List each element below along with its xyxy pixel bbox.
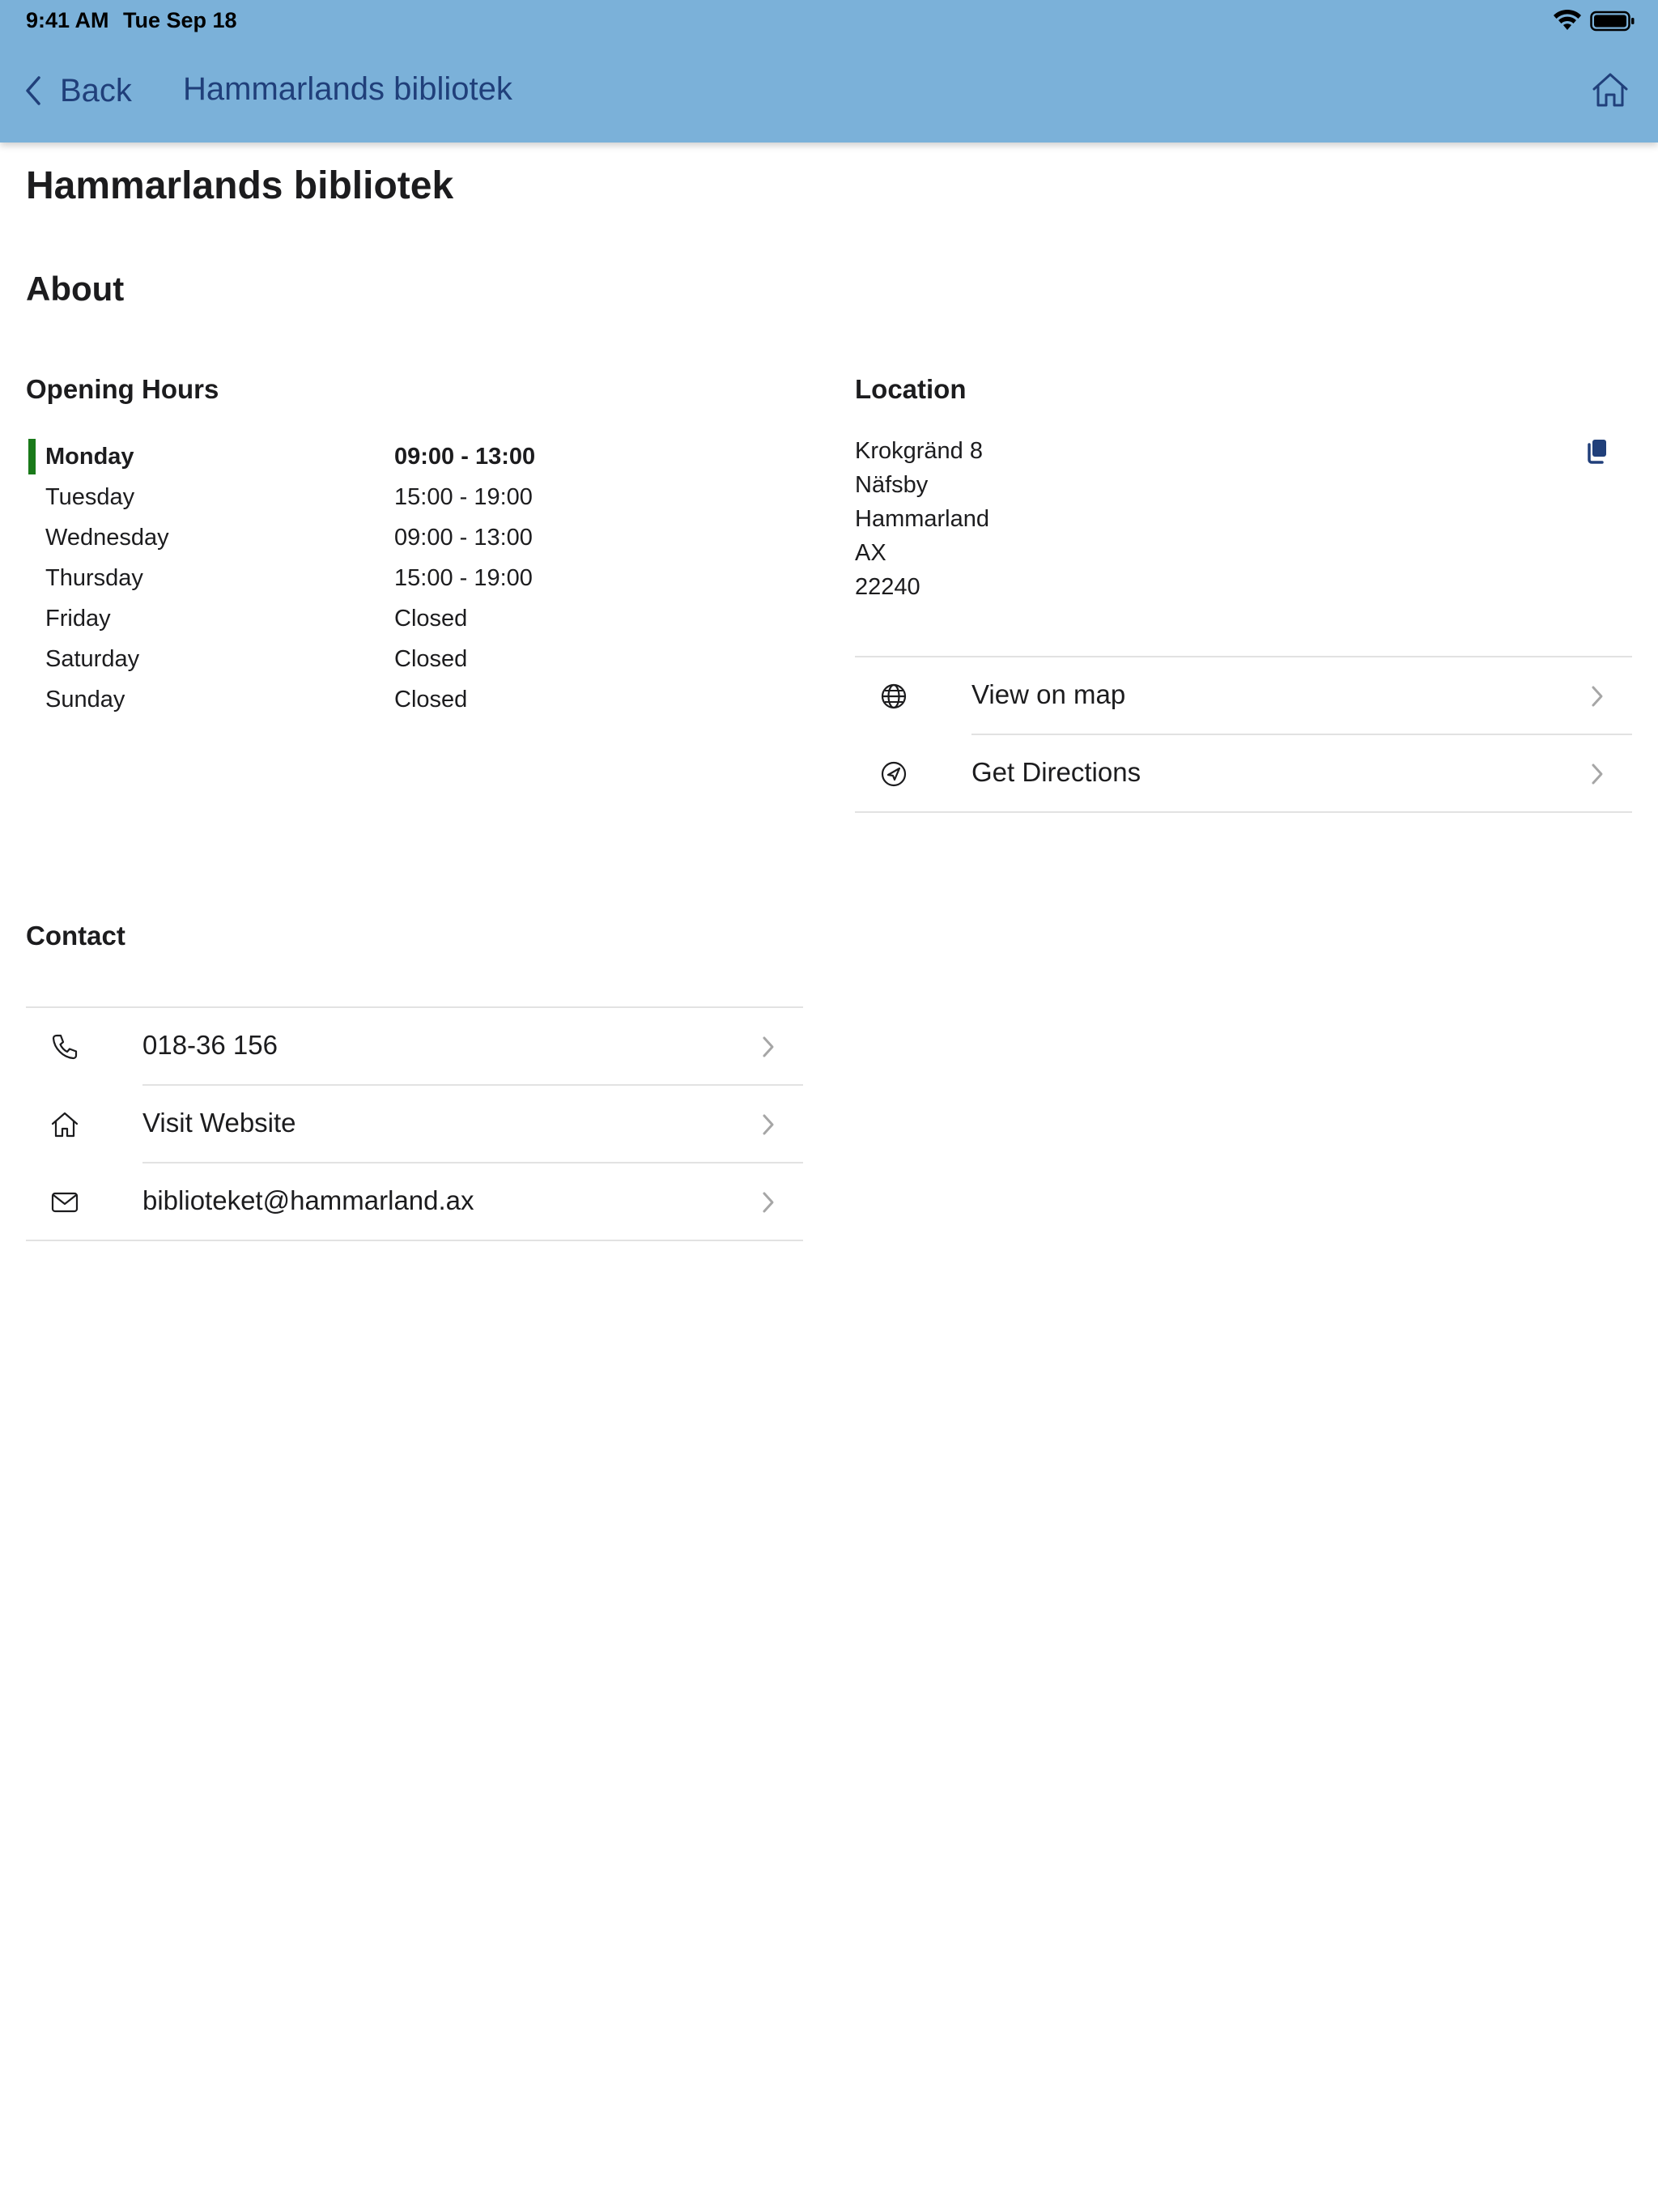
chevron-right-icon <box>763 1114 774 1135</box>
section-heading-about: About <box>26 270 125 308</box>
navigation-bar: 9:41 AM Tue Sep 18 Back Hammarlands bibl… <box>0 0 1658 143</box>
get-directions-row[interactable]: Get Directions <box>855 735 1632 813</box>
status-date: Tue Sep 18 <box>123 8 237 32</box>
nav-title: Hammarlands bibliotek <box>183 71 512 107</box>
hours-time: 09:00 - 13:00 <box>394 525 533 551</box>
hours-time: Closed <box>394 606 468 632</box>
phone-icon <box>52 1034 78 1060</box>
today-marker <box>28 439 36 474</box>
hours-day: Saturday <box>45 646 140 672</box>
hours-time: Closed <box>394 646 468 672</box>
opening-hours-heading: Opening Hours <box>26 374 219 404</box>
hours-time: 15:00 - 19:00 <box>394 484 533 510</box>
hours-day: Tuesday <box>45 484 135 510</box>
hours-day: Wednesday <box>45 525 169 551</box>
hours-row-tuesday: Tuesday 15:00 - 19:00 <box>26 476 593 517</box>
address-line: 22240 <box>855 574 920 600</box>
hours-row-sunday: Sunday Closed <box>26 678 593 719</box>
phone-number: 018-36 156 <box>142 1030 278 1060</box>
back-button[interactable]: Back <box>23 66 132 115</box>
hours-day: Friday <box>45 606 111 632</box>
hours-row-thursday: Thursday 15:00 - 19:00 <box>26 557 593 598</box>
home-icon[interactable] <box>1590 70 1630 110</box>
phone-row[interactable]: 018-36 156 <box>26 1008 803 1086</box>
contact-heading: Contact <box>26 921 125 951</box>
address-line: Näfsby <box>855 472 929 498</box>
chevron-right-icon <box>763 1036 774 1057</box>
address-line: Krokgränd 8 <box>855 438 983 464</box>
status-time: 9:41 AM <box>26 8 109 32</box>
address-block: Krokgränd 8 Näfsby Hammarland AX 22240 <box>855 434 989 604</box>
contact-list: 018-36 156 Visit Website biblioteket@ham… <box>26 1006 803 1241</box>
page-title: Hammarlands bibliotek <box>26 164 454 207</box>
view-on-map-label: View on map <box>971 679 1126 709</box>
hours-row-monday: Monday 09:00 - 13:00 <box>26 436 593 476</box>
globe-icon <box>881 683 907 709</box>
hours-row-saturday: Saturday Closed <box>26 638 593 678</box>
address-line: AX <box>855 540 886 566</box>
opening-hours-table: Monday 09:00 - 13:00 Tuesday 15:00 - 19:… <box>26 436 593 719</box>
location-actions-list: View on map Get Directions <box>855 656 1632 813</box>
home-icon <box>51 1112 79 1138</box>
hours-time: Closed <box>394 687 468 713</box>
location-heading: Location <box>855 374 967 404</box>
wifi-icon <box>1554 9 1581 30</box>
get-directions-label: Get Directions <box>971 757 1141 787</box>
visit-website-row[interactable]: Visit Website <box>26 1086 803 1163</box>
hours-time: 09:00 - 13:00 <box>394 444 536 470</box>
chevron-right-icon <box>1592 764 1603 785</box>
battery-icon <box>1590 11 1635 32</box>
address-line: Hammarland <box>855 506 989 532</box>
visit-website-label: Visit Website <box>142 1108 296 1138</box>
hours-row-friday: Friday Closed <box>26 598 593 638</box>
list-divider <box>26 1240 803 1241</box>
hours-row-wednesday: Wednesday 09:00 - 13:00 <box>26 517 593 557</box>
email-address: biblioteket@hammarland.ax <box>142 1185 474 1215</box>
navigation-arrow-icon <box>881 761 907 787</box>
chevron-right-icon <box>763 1192 774 1213</box>
chevron-left-icon <box>26 76 40 105</box>
back-button-label: Back <box>60 72 132 108</box>
hours-day: Sunday <box>45 687 125 713</box>
copy-icon[interactable] <box>1585 437 1609 465</box>
mail-icon <box>51 1192 79 1213</box>
hours-day: Thursday <box>45 565 143 591</box>
hours-day: Monday <box>45 444 134 470</box>
view-on-map-row[interactable]: View on map <box>855 657 1632 735</box>
chevron-right-icon <box>1592 686 1603 707</box>
email-row[interactable]: biblioteket@hammarland.ax <box>26 1163 803 1241</box>
hours-time: 15:00 - 19:00 <box>394 565 533 591</box>
list-divider <box>855 811 1632 813</box>
